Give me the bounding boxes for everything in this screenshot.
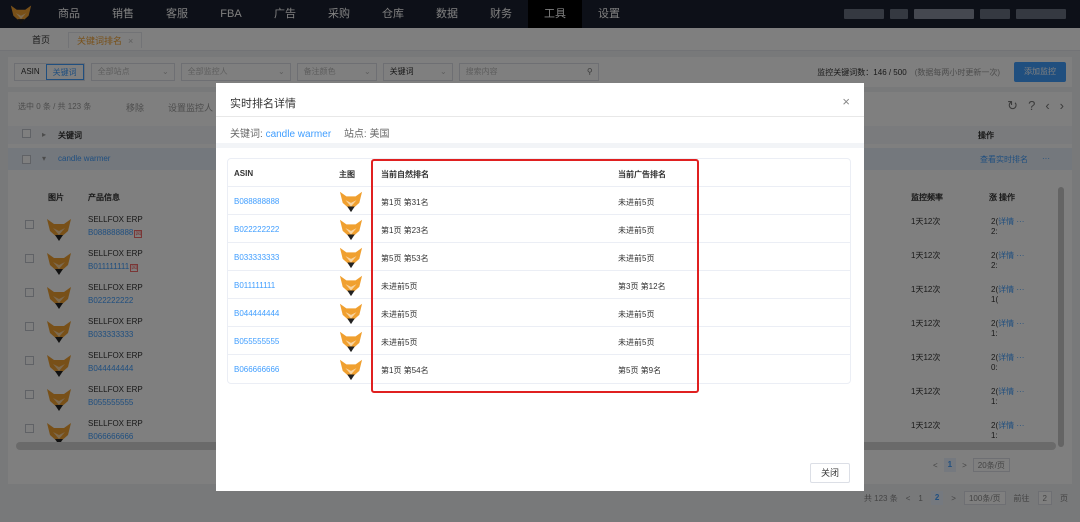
- rank-row-asin[interactable]: B088888888: [234, 197, 279, 206]
- product-image: [339, 217, 363, 241]
- realtime-rank-modal: 实时排名详情 × 关键词: candle warmer 站点: 美国 ASIN …: [216, 83, 864, 491]
- divider: [216, 116, 864, 117]
- rank-row-asin[interactable]: B022222222: [234, 225, 279, 234]
- asin-col-header: ASIN: [234, 169, 254, 178]
- modal-title: 实时排名详情: [230, 98, 296, 110]
- highlight-box: [371, 159, 699, 393]
- image-col-header: 主图: [339, 170, 355, 179]
- product-image: [339, 245, 363, 269]
- site-label: 站点:: [343, 129, 367, 140]
- product-image: [339, 357, 363, 381]
- product-image: [339, 301, 363, 325]
- rank-row-asin[interactable]: B011111111: [234, 281, 275, 290]
- close-icon[interactable]: ×: [842, 94, 850, 109]
- product-image: [339, 189, 363, 213]
- rank-row-asin[interactable]: B055555555: [234, 337, 279, 346]
- product-image: [339, 273, 363, 297]
- product-image: [339, 329, 363, 353]
- site-value: 美国: [369, 129, 390, 140]
- modal-info: 关键词: candle warmer 站点: 美国: [230, 125, 390, 140]
- keyword-value: candle warmer: [265, 129, 332, 140]
- divider: [216, 143, 864, 148]
- rank-row-asin[interactable]: B033333333: [234, 253, 279, 262]
- close-button[interactable]: 关闭: [809, 463, 850, 483]
- keyword-label: 关键词:: [230, 129, 263, 140]
- rank-row-asin[interactable]: B066666666: [234, 365, 279, 374]
- rank-row-asin[interactable]: B044444444: [234, 309, 279, 318]
